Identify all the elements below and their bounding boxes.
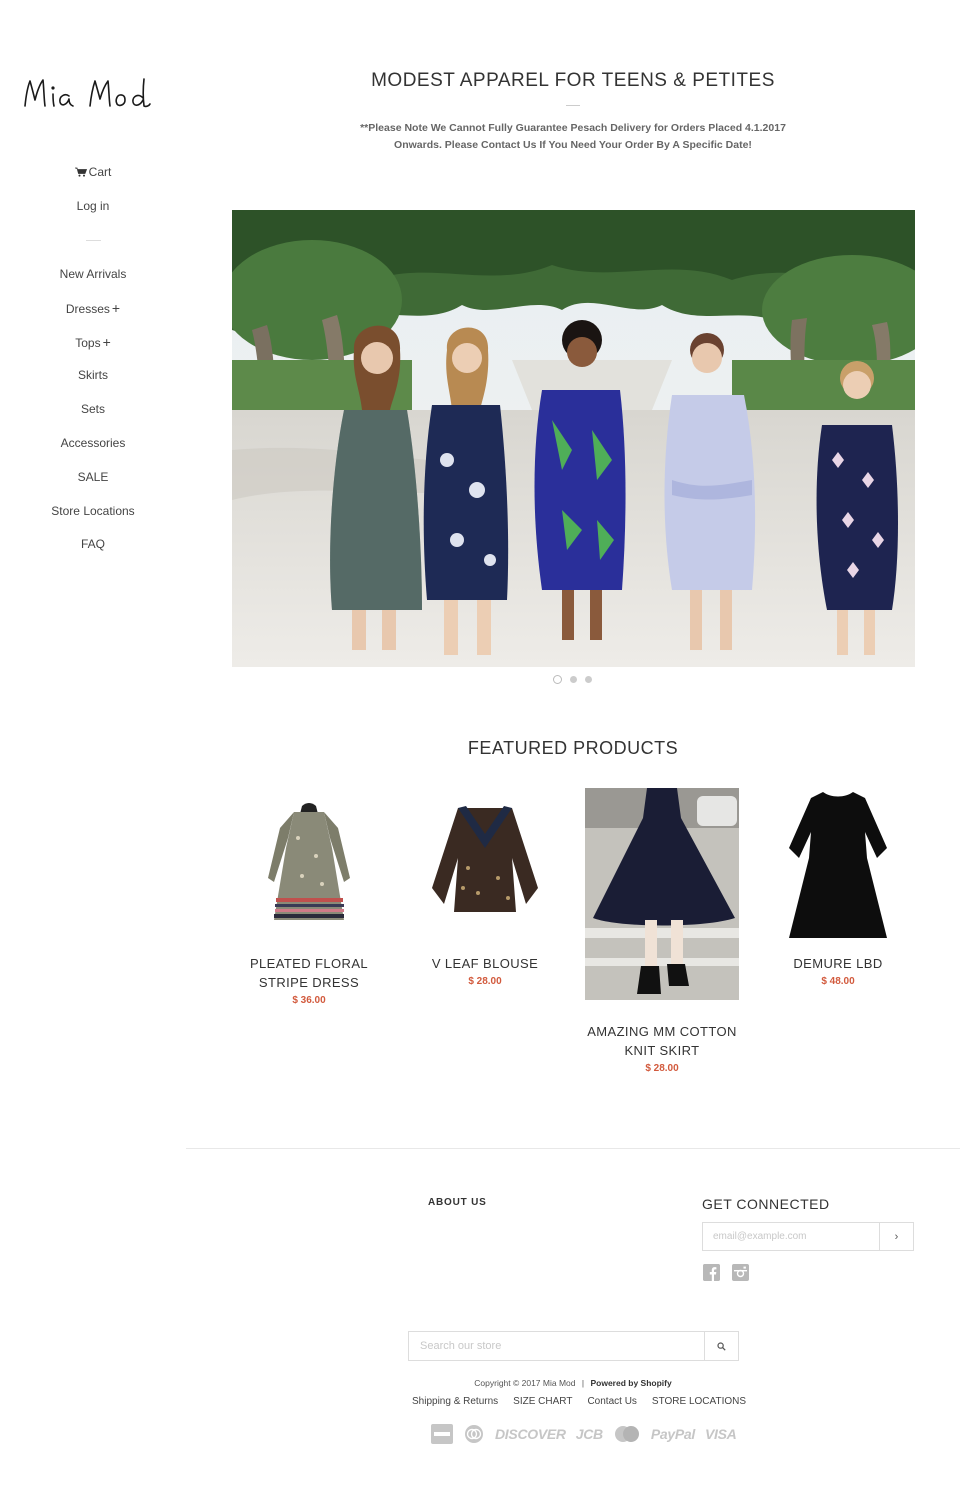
footer-divider: [186, 1148, 960, 1149]
product-name[interactable]: DEMURE LBD: [758, 954, 918, 973]
instagram-glyph: [732, 1264, 749, 1281]
cart-label: Cart: [88, 165, 112, 179]
sidebar-item-sale[interactable]: SALE: [0, 470, 186, 484]
cart-link[interactable]: Cart: [0, 165, 186, 179]
featured-products-heading: FEATURED PRODUCTS: [467, 738, 679, 758]
sidebar-item-label: New Arrivals: [59, 267, 127, 281]
sidebar-item-accessories[interactable]: Accessories: [0, 436, 186, 450]
store-search-input[interactable]: [409, 1332, 704, 1360]
paypal-icon: PayPal: [650, 1426, 695, 1442]
footer-links: Shipping & Returns SIZE CHART Contact Us…: [412, 1396, 746, 1407]
cart-icon: [74, 167, 87, 177]
facebook-icon[interactable]: [703, 1264, 720, 1281]
payment-icons: DISCOVER JCB PayPal VISA: [431, 1424, 737, 1444]
delivery-notice: **Please Note We Cannot Fully Guarantee …: [340, 120, 806, 154]
copyright-text: Copyright © 2017 Mia Mod: [474, 1378, 576, 1388]
copyright-separator: |: [581, 1378, 585, 1388]
slideshow-dots: [553, 675, 592, 684]
product-name[interactable]: AMAZING MM COTTON KNIT SKIRT: [582, 1022, 742, 1060]
jcb-icon: JCB: [575, 1426, 603, 1442]
newsletter-email-input[interactable]: [703, 1223, 879, 1250]
skirt-photo-illustration: [585, 788, 739, 1000]
product-card[interactable]: V LEAF BLOUSE $ 28.00: [405, 788, 565, 987]
product-price: $ 48.00: [821, 976, 855, 987]
black-dress-illustration: [789, 792, 887, 938]
sidebar-item-faq[interactable]: FAQ: [0, 537, 186, 551]
store-search-form: [408, 1331, 739, 1361]
product-price: $ 28.00: [645, 1063, 679, 1074]
powered-by-link[interactable]: Powered by Shopify: [590, 1378, 671, 1388]
product-image[interactable]: [761, 788, 915, 950]
visa-icon: VISA: [704, 1426, 737, 1442]
sidebar-item-label: FAQ: [80, 537, 105, 551]
product-card[interactable]: AMAZING MM COTTON KNIT SKIRT $ 28.00: [582, 788, 742, 1074]
hero-slide-image[interactable]: [232, 210, 915, 667]
page-title: MODEST APPAREL FOR TEENS & PETITES: [371, 70, 775, 91]
sidebar-divider: [86, 240, 101, 241]
get-connected-heading: GET CONNECTED: [702, 1196, 830, 1212]
sidebar-item-label: Store Locations: [51, 504, 135, 518]
sidebar-item-label: Sets: [80, 402, 105, 416]
hero-photo-illustration: [232, 210, 915, 667]
footer-link-size-chart[interactable]: SIZE CHART: [513, 1396, 572, 1407]
sidebar-item-label: Dresses: [65, 302, 110, 316]
notice-line: **Please Note We Cannot Fully Guarantee …: [360, 122, 786, 134]
blouse-illustration: [432, 806, 538, 912]
sidebar-item-label: SALE: [77, 470, 109, 484]
sidebar-item-sets[interactable]: Sets: [0, 402, 186, 416]
product-image[interactable]: [408, 788, 562, 950]
sidebar-item-label: Tops: [75, 336, 101, 350]
copyright-line: Copyright © 2017 Mia Mod | Powered by Sh…: [186, 1378, 960, 1388]
product-name[interactable]: V LEAF BLOUSE: [405, 954, 565, 973]
facebook-glyph: [703, 1264, 720, 1281]
product-image[interactable]: [585, 788, 739, 1000]
product-image[interactable]: [232, 788, 386, 950]
footer-link-contact[interactable]: Contact Us: [587, 1396, 636, 1407]
discover-icon: DISCOVER: [495, 1426, 566, 1442]
login-link[interactable]: Log in: [0, 199, 186, 213]
sidebar-item-store-locations[interactable]: Store Locations: [0, 504, 186, 518]
american-express-icon: [431, 1424, 453, 1444]
product-card[interactable]: DEMURE LBD $ 48.00: [758, 788, 918, 987]
newsletter-form: ›: [702, 1222, 914, 1251]
product-price: $ 36.00: [292, 995, 326, 1006]
product-name[interactable]: PLEATED FLORAL STRIPE DRESS: [229, 954, 389, 992]
expand-plus-icon[interactable]: +: [103, 334, 111, 350]
diners-club-icon: [465, 1425, 483, 1443]
mastercard-icon: [614, 1426, 639, 1442]
notice-line: Onwards. Please Contact Us If You Need Y…: [394, 139, 752, 151]
footer-link-shipping[interactable]: Shipping & Returns: [412, 1396, 498, 1407]
title-divider: [566, 105, 580, 106]
product-price: $ 28.00: [468, 976, 502, 987]
dress-illustration: [268, 803, 350, 920]
sidebar-item-skirts[interactable]: Skirts: [0, 368, 186, 382]
expand-plus-icon[interactable]: +: [112, 300, 120, 316]
search-icon: [717, 1341, 726, 1351]
footer-link-store-locations[interactable]: STORE LOCATIONS: [652, 1396, 746, 1407]
sidebar-item-tops[interactable]: Tops +: [0, 334, 186, 350]
site-logo[interactable]: [22, 72, 167, 116]
sidebar: Cart Log in New Arrivals Dresses + Tops + …: [0, 0, 186, 1140]
sidebar-item-label: Skirts: [78, 368, 108, 382]
logo-script-graphic: [24, 78, 151, 108]
about-us-heading: ABOUT US: [428, 1197, 487, 1208]
slide-dot[interactable]: [553, 675, 562, 684]
slide-dot[interactable]: [585, 676, 592, 683]
search-button[interactable]: [704, 1332, 738, 1360]
sidebar-item-label: Accessories: [60, 436, 126, 450]
sidebar-item-dresses[interactable]: Dresses +: [0, 300, 186, 316]
newsletter-submit-button[interactable]: ›: [879, 1223, 913, 1250]
instagram-icon[interactable]: [732, 1264, 749, 1281]
product-card[interactable]: PLEATED FLORAL STRIPE DRESS $ 36.00: [229, 788, 389, 1006]
sidebar-item-new-arrivals[interactable]: New Arrivals: [0, 267, 186, 281]
slide-dot[interactable]: [570, 676, 577, 683]
